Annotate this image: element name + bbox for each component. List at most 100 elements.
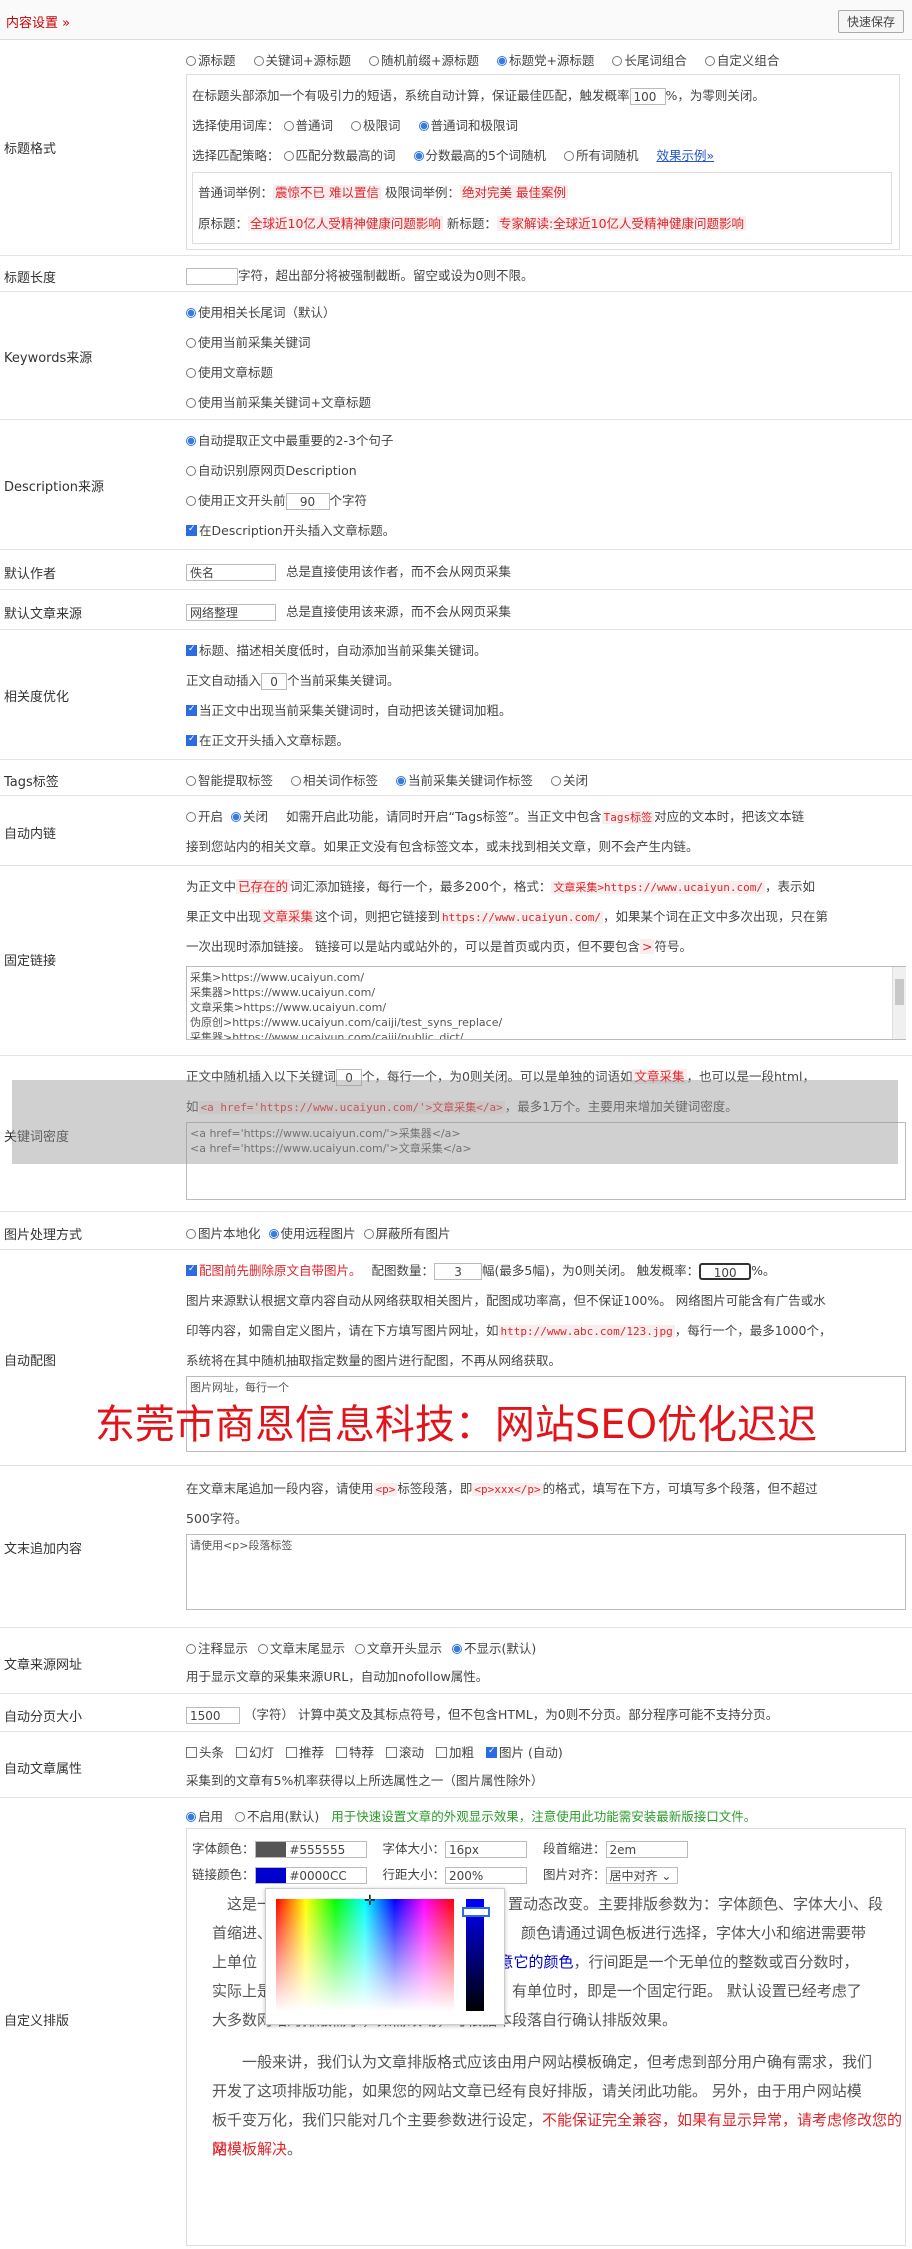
radio-selected-icon[interactable] [496, 56, 507, 66]
prefix-prob-input[interactable]: 100 [629, 88, 666, 105]
relevance-check-4[interactable]: 在正文开头插入文章标题。 [186, 730, 349, 749]
radio-selected-icon[interactable] [452, 1644, 462, 1654]
attr-opt-6[interactable]: 图片 (自动) [486, 1745, 563, 1760]
lexicon-opt-2[interactable]: 普通词和极限词 [418, 118, 518, 133]
title-opt-0[interactable]: 源标题 [186, 53, 236, 68]
image-mode-opt-2[interactable]: 屏蔽所有图片 [363, 1226, 451, 1241]
checkbox-icon[interactable] [286, 1747, 297, 1758]
radio-icon[interactable] [563, 151, 574, 161]
source-url-opt-1[interactable]: 文章末尾显示 [258, 1641, 345, 1656]
image-mode-opt-1[interactable]: 使用远程图片 [268, 1226, 356, 1241]
checkbox-icon[interactable] [336, 1747, 347, 1758]
strategy-opt-0[interactable]: 匹配分数最高的词 [283, 148, 396, 163]
source-url-opt-0[interactable]: 注释显示 [186, 1641, 248, 1656]
radio-icon[interactable] [283, 151, 294, 161]
desc-opt-0[interactable]: 自动提取正文中最重要的2-3个句子 [186, 430, 393, 449]
title-opt-2[interactable]: 随机前缀+源标题 [368, 53, 479, 68]
checkbox-icon[interactable] [236, 1747, 247, 1758]
link-color-swatch[interactable] [255, 1868, 286, 1883]
radio-icon[interactable] [283, 121, 294, 131]
strategy-opt-2[interactable]: 所有词随机 [563, 148, 638, 163]
attr-opt-4[interactable]: 滚动 [386, 1745, 424, 1760]
radio-icon[interactable] [612, 56, 623, 66]
image-align-select[interactable]: 居中对齐 ⌄ [605, 1867, 678, 1884]
source-url-opt-2[interactable]: 文章开头显示 [355, 1641, 442, 1656]
radio-icon[interactable] [351, 121, 361, 131]
line-height-input[interactable]: 200% [445, 1867, 528, 1884]
quick-save-button[interactable]: 快速保存 [837, 10, 904, 33]
checkbox-icon[interactable] [186, 1747, 197, 1758]
layout-opt-0[interactable]: 启用 [186, 1809, 223, 1824]
image-mode-opt-0[interactable]: 图片本地化 [186, 1226, 261, 1241]
font-color-field[interactable]: #555555 [254, 1841, 367, 1858]
checkbox-checked-icon[interactable] [186, 704, 197, 716]
slider-handle-icon[interactable] [462, 1907, 490, 1917]
section-title[interactable]: 内容设置 » [6, 12, 70, 31]
desc-opt-2[interactable]: 使用正文开头前 90 个字符 [186, 490, 367, 510]
radio-icon[interactable] [253, 56, 264, 66]
attr-opt-1[interactable]: 幻灯 [236, 1745, 274, 1760]
tags-opt-2[interactable]: 当前采集关键词作标签 [396, 773, 533, 788]
attr-opt-5[interactable]: 加粗 [436, 1745, 474, 1760]
color-picker-popup[interactable]: ✛ [265, 1888, 505, 2025]
radio-selected-icon[interactable] [186, 436, 196, 446]
title-opt-1[interactable]: 关键词+源标题 [253, 53, 351, 68]
radio-icon[interactable] [186, 338, 196, 348]
radio-icon[interactable] [186, 1644, 196, 1654]
radio-icon[interactable] [291, 776, 301, 786]
insert-count-input[interactable]: 0 [261, 673, 288, 690]
title-opt-5[interactable]: 自定义组合 [704, 53, 779, 68]
radio-icon[interactable] [186, 496, 196, 506]
radio-icon[interactable] [704, 56, 715, 66]
attr-opt-2[interactable]: 推荐 [286, 1745, 324, 1760]
checkbox-checked-icon[interactable] [186, 1264, 197, 1276]
relevance-check-1[interactable]: 标题、描述相关度低时，自动添加当前采集关键词。 [186, 640, 487, 659]
kw-opt-1[interactable]: 使用当前采集关键词 [186, 332, 311, 351]
checkbox-icon[interactable] [436, 1747, 447, 1758]
radio-icon[interactable] [186, 776, 196, 786]
radio-selected-icon[interactable] [186, 1812, 196, 1822]
radio-icon[interactable] [235, 1812, 245, 1822]
radio-icon[interactable] [258, 1644, 268, 1654]
radio-icon[interactable] [363, 1229, 374, 1239]
radio-icon[interactable] [186, 398, 196, 408]
strategy-opt-1[interactable]: 分数最高的5个词随机 [413, 148, 546, 163]
title-length-input[interactable] [186, 268, 238, 285]
radio-selected-icon[interactable] [413, 151, 424, 161]
checkbox-checked-icon[interactable] [186, 644, 197, 656]
example-link[interactable]: 效果示例» [656, 148, 714, 163]
font-size-input[interactable]: 16px [445, 1841, 528, 1858]
append-textarea[interactable]: 请使用<p>段落标签 [186, 1534, 906, 1610]
color-spectrum[interactable] [276, 1899, 454, 2011]
desc-insert-title-check[interactable]: 在Description开头插入文章标题。 [186, 520, 395, 539]
desc-chars-input[interactable]: 90 [285, 493, 330, 510]
radio-icon[interactable] [186, 812, 196, 822]
radio-selected-icon[interactable] [418, 121, 429, 131]
tags-opt-1[interactable]: 相关词作标签 [291, 773, 378, 788]
radio-icon[interactable] [186, 56, 196, 66]
radio-selected-icon[interactable] [396, 776, 406, 786]
desc-opt-1[interactable]: 自动识别原网页Description [186, 460, 357, 479]
default-author-input[interactable]: 佚名 [186, 564, 276, 581]
textarea-scrollbar[interactable] [892, 967, 906, 1039]
source-url-opt-3[interactable]: 不显示(默认) [452, 1641, 536, 1656]
image-prob-input[interactable]: 100 [699, 1263, 752, 1280]
checkbox-checked-icon[interactable] [486, 1746, 497, 1758]
attr-opt-0[interactable]: 头条 [186, 1745, 224, 1760]
tags-opt-3[interactable]: 关闭 [551, 773, 588, 788]
radio-icon[interactable] [368, 56, 379, 66]
relevance-check-3[interactable]: 当正文中出现当前采集关键词时，自动把该关键词加粗。 [186, 700, 512, 719]
radio-selected-icon[interactable] [186, 308, 196, 318]
kw-opt-2[interactable]: 使用文章标题 [186, 362, 273, 381]
radio-selected-icon[interactable] [231, 812, 241, 822]
link-color-field[interactable]: #0000CC [254, 1867, 367, 1884]
radio-icon[interactable] [186, 466, 196, 476]
scrollbar-thumb[interactable] [895, 979, 904, 1005]
radio-selected-icon[interactable] [268, 1229, 279, 1239]
checkbox-checked-icon[interactable] [186, 734, 197, 746]
lexicon-opt-0[interactable]: 普通词 [283, 118, 333, 133]
radio-icon[interactable] [186, 1229, 196, 1239]
kw-opt-3[interactable]: 使用当前采集关键词+文章标题 [186, 392, 371, 411]
pagination-input[interactable]: 1500 [186, 1707, 240, 1724]
radio-icon[interactable] [355, 1644, 365, 1654]
